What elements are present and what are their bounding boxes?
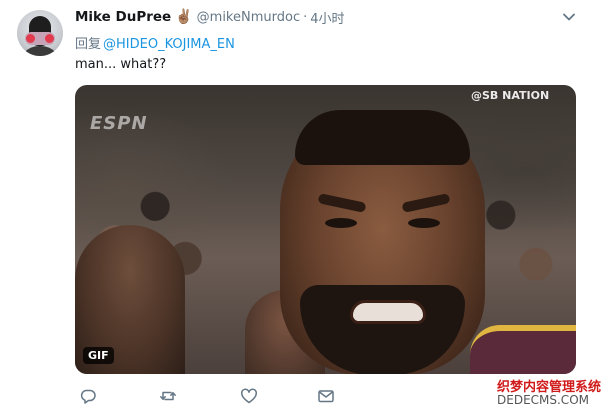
chevron-down-icon[interactable] [562, 9, 576, 23]
reply-prefix: 回复 [75, 37, 102, 52]
author-handle[interactable]: @mikeNmurdoc [197, 10, 300, 25]
tweet-timestamp[interactable]: 4小时 [310, 8, 344, 27]
media-player-face [280, 110, 485, 374]
media-face-mouth [350, 300, 426, 324]
tweet-card: Mike DuPree ✌🏽 @mikeNmurdoc · 4小时 回复 @HID… [0, 0, 608, 411]
gif-badge: GIF [83, 347, 114, 364]
gif-media[interactable]: ESPN @SB NATION GIF [75, 85, 576, 374]
peace-hand-emoji: ✌🏽 [175, 9, 193, 25]
espn-watermark: ESPN [90, 113, 148, 134]
media-face-hair [295, 110, 470, 165]
avatar-mask-filter-right [45, 34, 54, 43]
media-face-beard [300, 285, 465, 374]
sbnation-watermark: @SB NATION [471, 89, 550, 102]
header-separator: · [303, 9, 308, 25]
site-watermark-url: DEDECMS.COM [497, 393, 589, 407]
tweet-header: Mike DuPree ✌🏽 @mikeNmurdoc · 4小时 [75, 8, 345, 27]
tweet-text: man... what?? [75, 57, 167, 72]
reply-mention-link[interactable]: @HIDEO_KOJIMA_EN [103, 37, 235, 52]
like-icon[interactable] [240, 387, 258, 405]
reply-icon[interactable] [79, 387, 97, 405]
media-face-eye-right [408, 218, 440, 228]
retweet-icon[interactable] [159, 387, 177, 405]
reply-context: 回复 @HIDEO_KOJIMA_EN [75, 33, 235, 52]
media-face-brow-right [401, 193, 451, 213]
media-face-eye-left [325, 218, 357, 228]
author-display-name[interactable]: Mike DuPree [75, 9, 171, 25]
media-face-brow-left [317, 193, 367, 213]
direct-message-icon[interactable] [317, 387, 335, 405]
avatar-shoulders [19, 46, 61, 56]
site-watermark: 织梦内容管理系统 DEDECMS.COM [487, 374, 608, 411]
author-avatar[interactable] [17, 10, 63, 56]
avatar-mask-filter-left [26, 34, 35, 43]
media-jersey [470, 325, 576, 374]
